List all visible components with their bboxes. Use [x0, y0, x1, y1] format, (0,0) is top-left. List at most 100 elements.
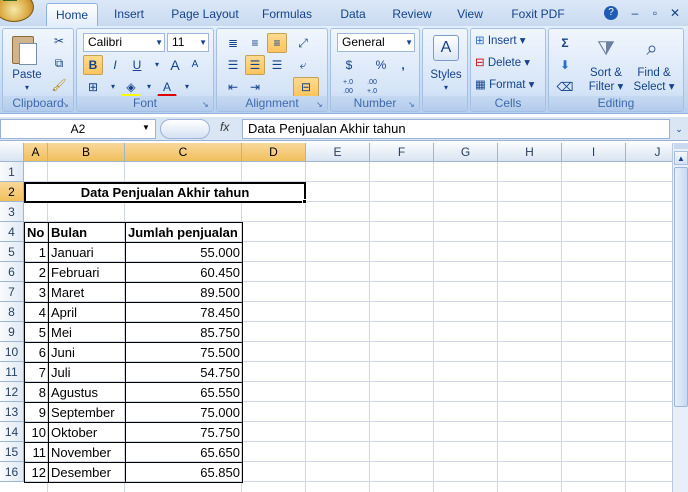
find-binoculars-icon[interactable]: ⌕: [637, 35, 667, 63]
cell-jumlah[interactable]: 75.750: [125, 422, 243, 443]
fill-color-icon[interactable]: ◈: [121, 77, 141, 97]
cell-no[interactable]: 4: [24, 302, 49, 323]
number-format-select[interactable]: General ▼: [337, 33, 415, 52]
borders-icon[interactable]: ⊞: [83, 77, 103, 97]
underline-button[interactable]: U: [127, 55, 147, 75]
column-header-a[interactable]: A: [24, 143, 48, 162]
close-icon[interactable]: ✕: [666, 4, 684, 22]
format-cells-button[interactable]: ▦ Format ▾: [475, 77, 543, 91]
tab-insert[interactable]: Insert: [106, 3, 152, 26]
cell-no[interactable]: 2: [24, 262, 49, 283]
cell-bulan[interactable]: Januari: [48, 242, 126, 263]
cell-no[interactable]: 3: [24, 282, 49, 303]
cell-no[interactable]: 6: [24, 342, 49, 363]
cell-jumlah[interactable]: 54.750: [125, 362, 243, 383]
row-header-6[interactable]: 6: [0, 262, 24, 282]
worksheet-grid[interactable]: A B C D E F G H I J 1 2 3 4 5 6 7 8 9 10…: [0, 143, 672, 492]
fill-handle[interactable]: [302, 199, 307, 204]
borders-dropdown-icon[interactable]: ▾: [103, 77, 123, 97]
row-header-15[interactable]: 15: [0, 442, 24, 462]
styles-button[interactable]: Styles: [425, 69, 467, 81]
percent-button[interactable]: %: [371, 55, 391, 75]
cell-bulan[interactable]: Desember: [48, 462, 126, 483]
cell-jumlah[interactable]: 60.450: [125, 262, 243, 283]
align-left-icon[interactable]: ☰: [223, 55, 243, 75]
row-header-2[interactable]: 2: [0, 182, 24, 202]
bold-button[interactable]: B: [83, 55, 103, 75]
minimize-icon[interactable]: –: [626, 4, 644, 22]
cell-bulan[interactable]: Februari: [48, 262, 126, 283]
column-header-h[interactable]: H: [498, 143, 562, 162]
font-color-dropdown-icon[interactable]: ▾: [177, 77, 197, 97]
autosum-button[interactable]: Σ: [555, 33, 575, 53]
row-header-4[interactable]: 4: [0, 222, 24, 242]
comma-button[interactable]: ,: [393, 55, 413, 75]
delete-cells-button[interactable]: ⊟ Delete ▾: [475, 55, 543, 69]
grow-font-button[interactable]: A: [165, 55, 185, 75]
increase-decimal-button[interactable]: +.0 .00: [337, 77, 359, 97]
office-button[interactable]: [0, 0, 34, 22]
align-top-icon[interactable]: ≣: [223, 33, 243, 53]
cell-no[interactable]: 9: [24, 402, 49, 423]
tab-data[interactable]: Data: [333, 3, 373, 26]
alignment-launcher-icon[interactable]: ↘: [316, 100, 325, 109]
styles-icon[interactable]: A: [433, 35, 459, 61]
underline-dropdown-icon[interactable]: ▾: [147, 55, 167, 75]
clipboard-launcher-icon[interactable]: ↘: [62, 100, 71, 109]
name-box[interactable]: A2: [0, 119, 156, 139]
cell-no[interactable]: 8: [24, 382, 49, 403]
tab-page-layout[interactable]: Page Layout: [164, 3, 246, 26]
cell-bulan[interactable]: November: [48, 442, 126, 463]
cell-no[interactable]: 11: [24, 442, 49, 463]
cell-bulan[interactable]: Oktober: [48, 422, 126, 443]
scroll-up-icon[interactable]: ▲: [674, 151, 688, 165]
cell-no[interactable]: 5: [24, 322, 49, 343]
cell-jumlah[interactable]: 75.000: [125, 402, 243, 423]
column-header-f[interactable]: F: [370, 143, 434, 162]
formula-input[interactable]: Data Penjualan Akhir tahun: [242, 119, 670, 139]
cell-bulan[interactable]: Agustus: [48, 382, 126, 403]
split-box[interactable]: [674, 143, 688, 149]
cell-jumlah[interactable]: 65.550: [125, 382, 243, 403]
help-icon[interactable]: ?: [604, 6, 618, 20]
cut-icon[interactable]: ✂: [49, 31, 69, 51]
cell-jumlah[interactable]: 65.850: [125, 462, 243, 483]
paste-dropdown-icon[interactable]: ▾: [13, 83, 41, 92]
vertical-scrollbar[interactable]: ▲: [672, 143, 688, 492]
clear-icon[interactable]: ⌫: [555, 77, 575, 97]
tab-review[interactable]: Review: [386, 3, 438, 26]
merge-center-icon[interactable]: ⊟: [293, 77, 319, 97]
header-cell-no[interactable]: No: [24, 222, 49, 243]
cell-jumlah[interactable]: 89.500: [125, 282, 243, 303]
row-header-7[interactable]: 7: [0, 282, 24, 302]
decrease-decimal-button[interactable]: .00 +.0: [361, 77, 383, 97]
cell-no[interactable]: 12: [24, 462, 49, 483]
tab-view[interactable]: View: [450, 3, 490, 26]
header-cell-jumlah[interactable]: Jumlah penjualan: [125, 222, 243, 243]
copy-icon[interactable]: ⧉: [49, 53, 69, 73]
restore-icon[interactable]: ▫: [646, 4, 664, 22]
align-bottom-icon[interactable]: ≡: [267, 33, 287, 53]
insert-function-button[interactable]: fx: [220, 120, 229, 134]
column-header-g[interactable]: G: [434, 143, 498, 162]
tab-home[interactable]: Home: [46, 3, 98, 26]
sort-filter-button[interactable]: Sort & Filter ▾: [583, 67, 629, 93]
wrap-text-icon[interactable]: ⤶: [293, 55, 313, 75]
cell-bulan[interactable]: September: [48, 402, 126, 423]
cell-bulan[interactable]: Mei: [48, 322, 126, 343]
format-painter-icon[interactable]: 🖌: [49, 75, 69, 95]
row-header-13[interactable]: 13: [0, 402, 24, 422]
formula-bar-resize-handle[interactable]: [160, 119, 210, 139]
font-launcher-icon[interactable]: ↘: [202, 100, 211, 109]
tab-foxit-pdf[interactable]: Foxit PDF: [506, 3, 570, 26]
column-header-e[interactable]: E: [306, 143, 370, 162]
cell-no[interactable]: 1: [24, 242, 49, 263]
cell-jumlah[interactable]: 65.650: [125, 442, 243, 463]
align-middle-icon[interactable]: ≡: [245, 33, 265, 53]
currency-button[interactable]: $: [337, 55, 361, 75]
cell-bulan[interactable]: Juli: [48, 362, 126, 383]
cell-bulan[interactable]: Maret: [48, 282, 126, 303]
align-right-icon[interactable]: ☰: [267, 55, 287, 75]
cell-no[interactable]: 10: [24, 422, 49, 443]
row-header-10[interactable]: 10: [0, 342, 24, 362]
